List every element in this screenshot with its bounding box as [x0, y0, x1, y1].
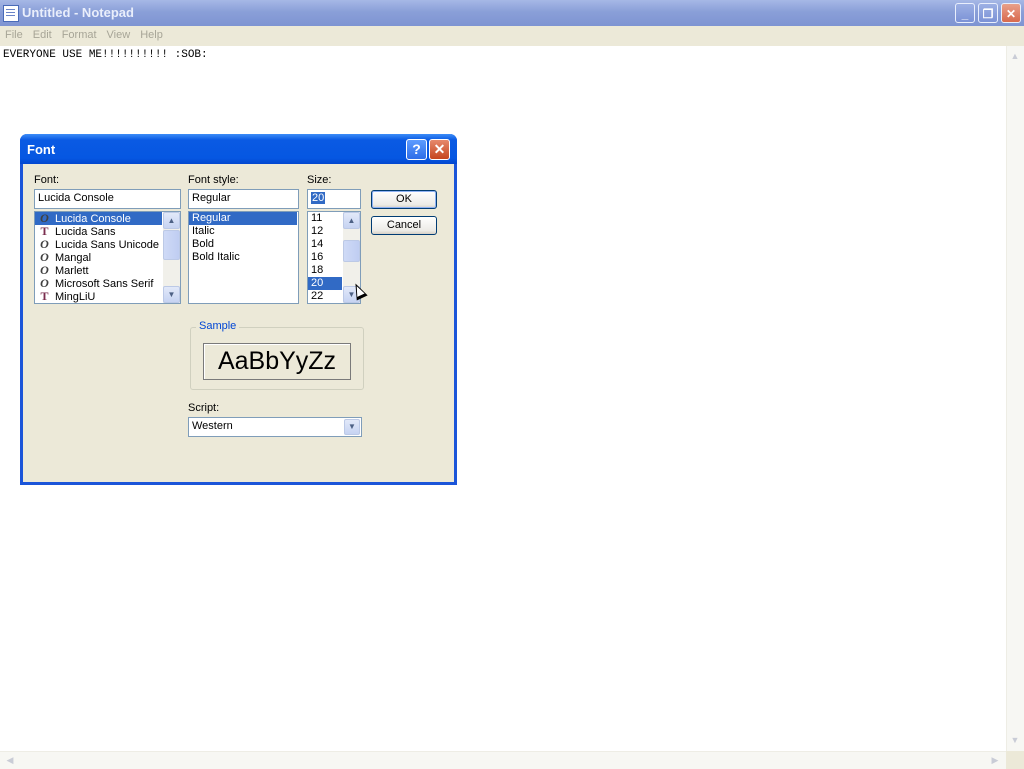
- list-item[interactable]: 14: [308, 238, 342, 251]
- editor-content: EVERYONE USE ME!!!!!!!!!! :SOB:: [3, 49, 208, 61]
- list-item-label: 18: [311, 264, 324, 276]
- sample-group: Sample AaBbYyZz: [190, 320, 364, 390]
- list-item[interactable]: Bold: [189, 238, 297, 251]
- list-item[interactable]: O Mangal: [35, 251, 162, 265]
- list-item[interactable]: 11: [308, 212, 342, 225]
- scroll-up-icon[interactable]: ▲: [1007, 48, 1023, 64]
- size-input[interactable]: 20: [307, 189, 361, 209]
- font-list-scrollbar[interactable]: ▲ ▼: [163, 212, 180, 303]
- list-item[interactable]: Bold Italic: [189, 251, 297, 264]
- dialog-title: Font: [27, 142, 56, 157]
- menu-format[interactable]: Format: [57, 26, 102, 41]
- list-item[interactable]: O Microsoft Sans Serif: [35, 277, 162, 291]
- minimize-button[interactable]: _: [955, 3, 975, 23]
- sample-preview: AaBbYyZz: [203, 343, 351, 380]
- sample-label: Sample: [196, 320, 240, 332]
- list-item-label: MingLiU: [55, 291, 96, 303]
- menu-edit[interactable]: Edit: [28, 26, 57, 41]
- list-item[interactable]: O Marlett: [35, 264, 162, 278]
- scroll-thumb[interactable]: [163, 230, 180, 260]
- menu-help[interactable]: Help: [135, 26, 168, 41]
- list-item[interactable]: 22: [308, 290, 342, 303]
- list-item-label: 16: [311, 251, 324, 263]
- list-item[interactable]: 16: [308, 251, 342, 264]
- list-item-label: 14: [311, 238, 324, 250]
- list-item-label: 20: [311, 277, 324, 289]
- list-item[interactable]: O Lucida Console: [35, 212, 162, 225]
- script-value: Western: [192, 420, 233, 432]
- list-item-label: Mangal: [55, 252, 92, 264]
- list-item-label: Regular: [192, 212, 231, 224]
- maximize-button[interactable]: ❐: [978, 3, 998, 23]
- help-button[interactable]: ?: [406, 139, 427, 160]
- dialog-title-bar[interactable]: Font ? ✕: [20, 134, 457, 164]
- list-item-label: 11: [311, 212, 323, 224]
- scroll-thumb[interactable]: [343, 240, 360, 262]
- list-item-label: Lucida Sans: [55, 226, 116, 238]
- ok-button[interactable]: OK: [371, 190, 437, 209]
- notepad-icon: [3, 5, 19, 22]
- scroll-up-icon[interactable]: ▲: [163, 212, 180, 229]
- size-input-value: 20: [311, 192, 326, 204]
- scroll-down-icon[interactable]: ▼: [1007, 732, 1023, 748]
- window-title: Untitled - Notepad: [22, 5, 134, 20]
- font-style-listbox[interactable]: Regular Italic Bold Bold Italic: [188, 211, 299, 304]
- list-item-label: Bold Italic: [192, 251, 240, 263]
- script-select[interactable]: Western ▼: [188, 417, 362, 437]
- scroll-down-icon[interactable]: ▼: [163, 286, 180, 303]
- list-item-label: 12: [311, 225, 324, 237]
- menu-file[interactable]: File: [0, 26, 28, 41]
- scroll-up-icon[interactable]: ▲: [343, 212, 360, 229]
- horizontal-scrollbar[interactable]: ◀ ▶: [0, 751, 1006, 769]
- list-item-label: Microsoft Sans Serif: [55, 278, 154, 290]
- font-style-input[interactable]: Regular: [188, 189, 299, 209]
- list-item-label: Lucida Sans Unicode: [55, 239, 159, 251]
- scroll-right-icon[interactable]: ▶: [987, 752, 1003, 768]
- list-item[interactable]: T MingLiU: [35, 289, 162, 304]
- size-label: Size:: [307, 174, 332, 186]
- menu-bar: File Edit Format View Help: [0, 26, 1024, 45]
- list-item[interactable]: Italic: [189, 225, 297, 238]
- font-listbox[interactable]: O Lucida Console T Lucida Sans O Lucida Sans …: [34, 211, 181, 304]
- chevron-down-icon[interactable]: ▼: [344, 419, 360, 435]
- script-label: Script:: [188, 402, 220, 414]
- list-item[interactable]: O Lucida Sans Unicode: [35, 238, 162, 252]
- list-item-label: Lucida Console: [55, 213, 131, 225]
- list-item[interactable]: Regular: [189, 212, 297, 225]
- dialog-close-button[interactable]: ✕: [429, 139, 450, 160]
- list-item-label: Bold: [192, 238, 215, 250]
- font-style-label: Font style:: [188, 174, 239, 186]
- size-grip[interactable]: [1006, 751, 1024, 768]
- list-item[interactable]: T Lucida Sans: [35, 225, 162, 239]
- truetype-icon: T: [40, 289, 49, 303]
- menu-view[interactable]: View: [102, 26, 136, 41]
- vertical-scrollbar[interactable]: ▲ ▼: [1006, 46, 1024, 751]
- list-item[interactable]: 18: [308, 264, 342, 277]
- font-name-input[interactable]: Lucida Console: [34, 189, 181, 209]
- list-item[interactable]: 12: [308, 225, 342, 238]
- list-item[interactable]: 20: [308, 277, 342, 290]
- list-item-label: Italic: [192, 225, 215, 237]
- cancel-button[interactable]: Cancel: [371, 216, 437, 235]
- font-dialog: Font ? ✕ Font: Lucida Console O Lucida Co…: [20, 134, 457, 485]
- scroll-left-icon[interactable]: ◀: [2, 752, 18, 768]
- title-bar[interactable]: Untitled - Notepad _ ❐ ✕: [0, 0, 1024, 26]
- list-item-label: Marlett: [55, 265, 89, 277]
- font-label: Font:: [34, 174, 60, 186]
- close-button[interactable]: ✕: [1001, 3, 1021, 23]
- list-item-label: 22: [311, 290, 324, 302]
